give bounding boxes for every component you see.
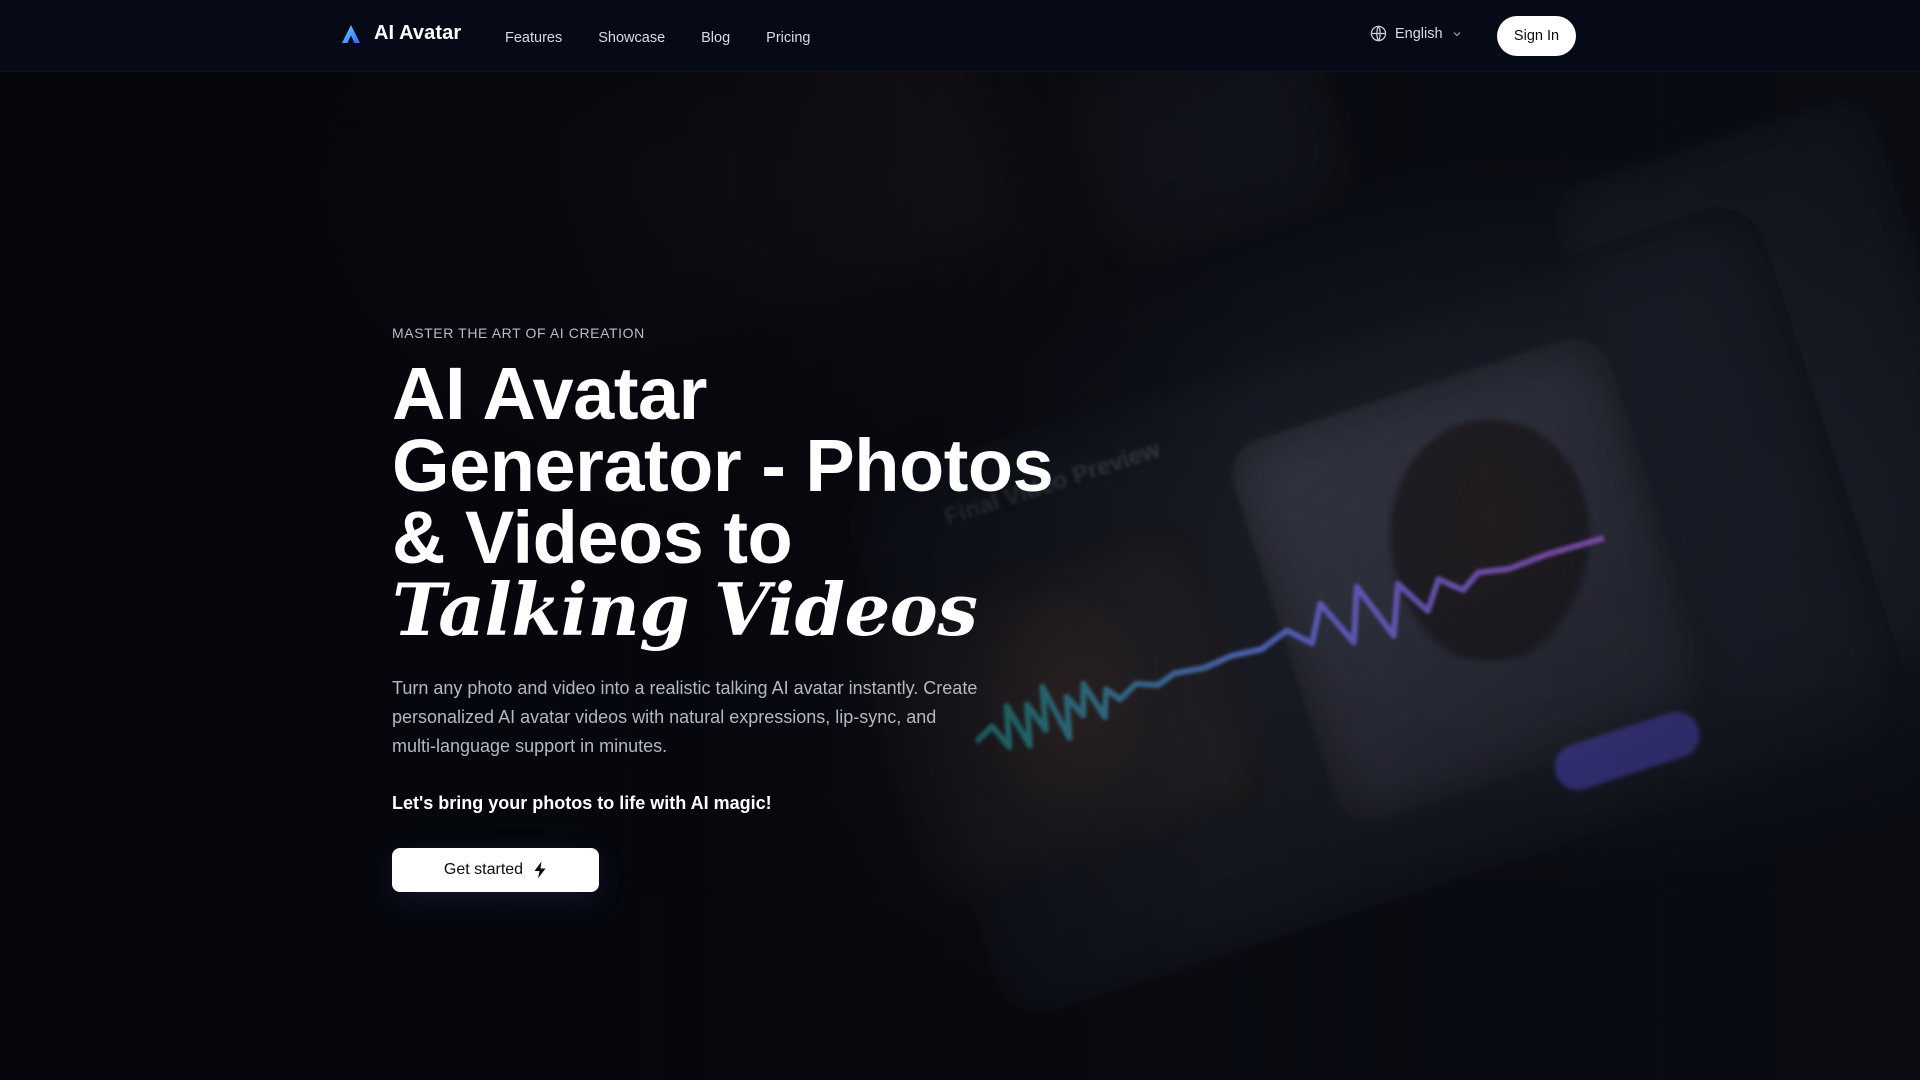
hero-title: AI Avatar Generator - Photos & Videos to… — [392, 352, 1092, 652]
logo-text: AI Avatar — [374, 22, 462, 44]
hero-title-line-3: & Videos to — [392, 496, 793, 579]
hero-description: Turn any photo and video into a realisti… — [392, 678, 978, 756]
bg-generate-button — [1548, 705, 1706, 797]
hero-title-accent: Talking Videos — [392, 567, 978, 652]
hero-eyebrow: MASTER THE ART OF AI CREATION — [392, 325, 645, 341]
landing-page: Final Video Preview AI Avatar Features S… — [0, 0, 1920, 1080]
bg-card-video-preview — [1222, 328, 1723, 832]
top-navbar: AI Avatar Features Showcase Blog Pricing… — [0, 0, 1920, 72]
globe-icon — [1370, 25, 1387, 42]
triangle-logo-icon — [342, 24, 360, 43]
nav-item-blog[interactable]: Blog — [701, 30, 730, 46]
language-selector[interactable]: English — [1370, 25, 1463, 42]
nav-item-showcase[interactable]: Showcase — [598, 30, 665, 46]
hero-title-line-1: AI Avatar — [392, 352, 707, 435]
sign-in-button[interactable]: Sign In — [1497, 16, 1576, 56]
hero-tagline: Let's bring your photos to life with AI … — [392, 793, 772, 813]
get-started-button[interactable]: Get started — [392, 848, 599, 892]
hero-section: MASTER THE ART OF AI CREATION AI Avatar … — [392, 325, 1092, 892]
hero-title-line-2: Generator - Photos — [392, 424, 1054, 507]
language-label: English — [1395, 25, 1443, 42]
nav-item-pricing[interactable]: Pricing — [766, 30, 810, 46]
main-nav: Features Showcase Blog Pricing — [505, 30, 847, 46]
bg-avatar-face — [1390, 420, 1590, 660]
get-started-label: Get started — [443, 861, 524, 878]
chevron-down-icon — [1453, 31, 1460, 36]
bg-card-right — [1541, 91, 1920, 729]
brand-logo[interactable]: AI Avatar — [340, 22, 461, 45]
lightning-icon — [534, 861, 546, 879]
nav-item-features[interactable]: Features — [505, 30, 562, 46]
